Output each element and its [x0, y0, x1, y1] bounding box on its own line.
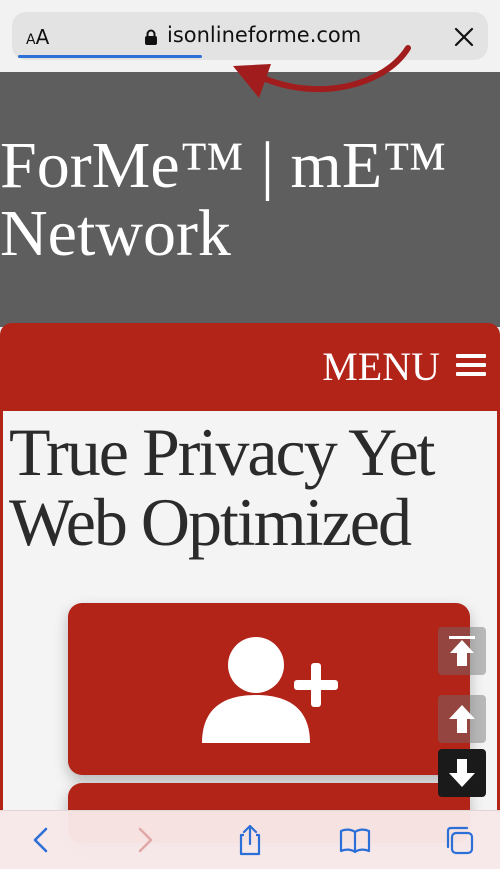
hamburger-icon[interactable]	[456, 354, 486, 378]
share-icon[interactable]	[233, 823, 267, 857]
page-headline: True Privacy Yet Web Optimized	[9, 414, 436, 560]
back-icon[interactable]	[24, 823, 58, 857]
scroll-to-top-button[interactable]	[438, 627, 486, 675]
scroll-up-button[interactable]	[438, 695, 486, 743]
scroll-down-icon	[449, 759, 475, 787]
add-user-icon	[202, 637, 338, 743]
menu-label[interactable]: MENU	[322, 343, 440, 390]
close-icon[interactable]	[452, 25, 476, 49]
browser-address-bar: AA isonlineforme.com	[0, 0, 500, 72]
url-field[interactable]: AA isonlineforme.com	[12, 12, 488, 60]
tabs-icon[interactable]	[443, 823, 477, 857]
scroll-up-icon	[449, 705, 475, 733]
text-size-button[interactable]: AA	[26, 25, 49, 49]
site-header: ForMe™ | mE™ Network	[0, 72, 500, 327]
url-text: isonlineforme.com	[167, 23, 362, 47]
browser-toolbar	[0, 810, 500, 869]
menu-bar[interactable]: MENU	[0, 323, 500, 410]
page-load-progress	[18, 55, 202, 58]
add-user-card[interactable]	[68, 603, 470, 775]
bookmarks-icon[interactable]	[338, 823, 372, 857]
forward-icon[interactable]	[128, 823, 162, 857]
scroll-down-button[interactable]	[438, 749, 486, 797]
lock-icon	[145, 29, 157, 45]
scroll-to-top-icon	[449, 636, 475, 666]
site-title[interactable]: ForMe™ | mE™ Network	[0, 132, 500, 268]
